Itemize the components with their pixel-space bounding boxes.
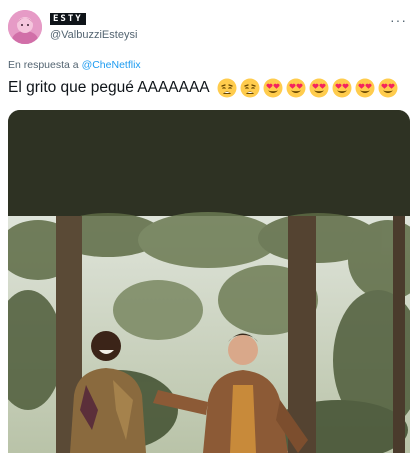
avatar-image xyxy=(8,10,42,44)
heart-eyes-icon xyxy=(378,78,398,98)
more-horizontal-icon[interactable]: ··· xyxy=(390,12,407,28)
heart-eyes-icon xyxy=(263,78,283,98)
reply-context: En respuesta a @CheNetflix xyxy=(8,59,141,71)
reply-prefix: En respuesta a xyxy=(8,59,79,71)
author-handle[interactable]: @ValbuzziEsteysi xyxy=(50,29,137,41)
author-name-row: ESTY xyxy=(50,13,86,25)
tweet-media-gif[interactable] xyxy=(8,110,410,453)
weary-face-icon xyxy=(240,78,260,98)
weary-face-icon xyxy=(217,78,237,98)
heart-eyes-icon xyxy=(309,78,329,98)
heart-eyes-icon xyxy=(332,78,352,98)
tweet-text: El grito que pegué AAAAAAA xyxy=(8,78,398,98)
author-display-name[interactable]: ESTY xyxy=(50,13,86,25)
heart-eyes-icon xyxy=(286,78,306,98)
media-scene xyxy=(8,110,410,453)
heart-eyes-icon xyxy=(355,78,375,98)
tweet-text-body: El grito que pegué AAAAAAA xyxy=(8,79,210,96)
reply-mention-link[interactable]: @CheNetflix xyxy=(82,59,141,71)
avatar[interactable] xyxy=(8,10,42,44)
media-dark-band xyxy=(8,110,410,216)
tweet-card: ESTY @ValbuzziEsteysi ··· En respuesta a… xyxy=(0,0,419,453)
